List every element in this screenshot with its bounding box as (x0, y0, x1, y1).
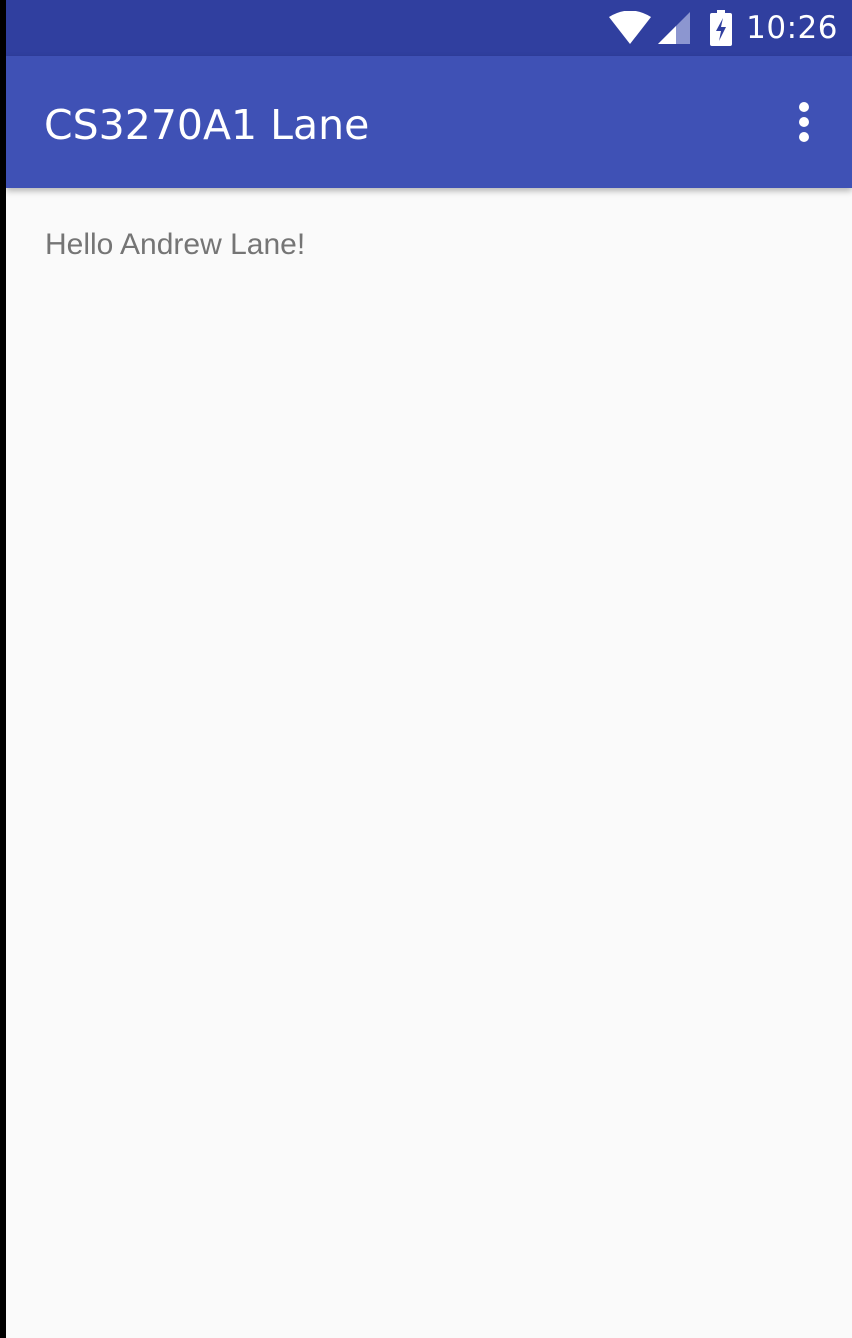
status-bar: 10:26 (6, 0, 852, 56)
phone-screen: 10:26 CS3270A1 Lane Hello Andrew Lane! (6, 0, 852, 1338)
status-clock: 10:26 (746, 10, 838, 46)
cell-signal-icon (658, 12, 691, 44)
status-icons: 10:26 (608, 0, 838, 56)
app-title: CS3270A1 Lane (44, 101, 370, 149)
more-vert-icon (799, 102, 809, 142)
overflow-menu-button[interactable] (776, 94, 832, 150)
app-bar: CS3270A1 Lane (6, 56, 852, 188)
greeting-text: Hello Andrew Lane! (45, 228, 306, 261)
wifi-icon (609, 11, 652, 44)
battery-charging-icon (710, 10, 733, 46)
